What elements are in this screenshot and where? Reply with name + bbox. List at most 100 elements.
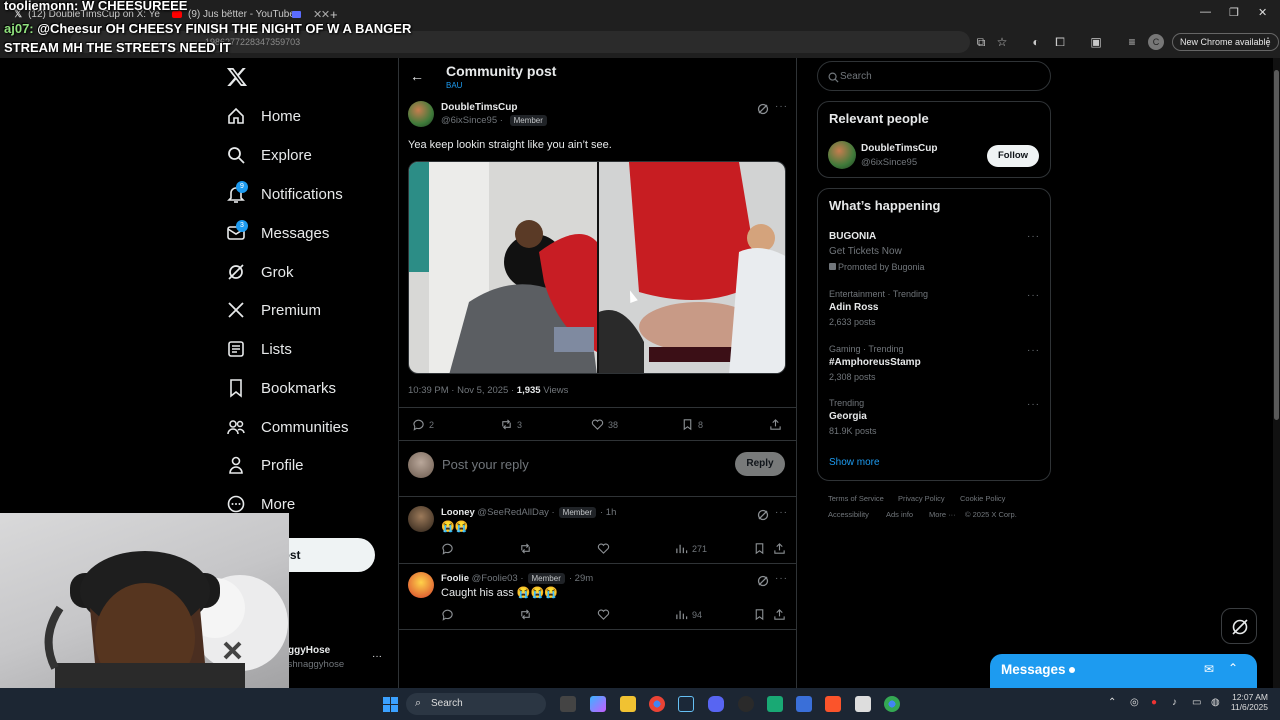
info-app-icon[interactable] [855, 696, 871, 712]
bookmark-action[interactable]: 8 [681, 418, 703, 431]
nav-item-home[interactable]: Home [226, 103, 301, 129]
post-image-pair[interactable] [409, 162, 786, 374]
account-name[interactable]: ggyHose [288, 645, 330, 656]
more-options-icon[interactable]: ··· [1027, 231, 1040, 242]
avatar[interactable] [408, 506, 434, 532]
reply-button[interactable]: Reply [735, 452, 785, 476]
more-options-icon[interactable]: ··· [1027, 399, 1040, 410]
community-name[interactable]: BAU [446, 81, 462, 90]
file-explorer-icon[interactable] [620, 696, 636, 712]
share-action[interactable] [769, 418, 782, 431]
tray-chevron-icon[interactable]: ⌃ [1108, 697, 1116, 708]
repost-action[interactable] [519, 542, 532, 555]
chrome-menu-icon[interactable]: ⋮ [1260, 34, 1276, 50]
nav-item-premium[interactable]: Premium [226, 297, 321, 323]
views-action[interactable]: 271 [675, 542, 707, 555]
footer-link[interactable]: Ads info [886, 510, 913, 519]
display-icon[interactable]: ▭ [1192, 697, 1201, 708]
relevant-handle[interactable]: @6ixSince95 [861, 157, 917, 168]
share-action[interactable] [773, 542, 786, 555]
tray-app-icon[interactable]: ● [1151, 697, 1157, 708]
window-close-icon[interactable]: ✕ [1258, 6, 1267, 19]
reply-action[interactable] [441, 608, 454, 621]
minimize-icon[interactable]: — [1200, 6, 1211, 18]
more-options-icon[interactable]: ··· [775, 101, 788, 112]
network-icon[interactable]: ◍ [1211, 697, 1220, 708]
x-logo-icon[interactable] [226, 66, 248, 88]
grok-icon[interactable] [757, 102, 769, 115]
more-options-icon[interactable]: ··· [775, 573, 788, 584]
profile-avatar-icon[interactable]: C [1148, 34, 1164, 50]
like-action[interactable]: 38 [591, 418, 618, 431]
taskbar-clock[interactable]: 12:07 AM 11/6/2025 [1230, 692, 1268, 712]
nav-item-messages[interactable]: 3 Messages [226, 220, 329, 246]
expand-icon[interactable]: ⌃ [1228, 661, 1238, 675]
back-arrow-icon[interactable]: ← [410, 68, 424, 84]
footer-link[interactable]: Accessibility [828, 510, 869, 519]
trend-name[interactable]: #AmphoreusStamp [829, 357, 921, 368]
grok-icon[interactable] [757, 508, 769, 521]
scrollbar-thumb[interactable] [1274, 70, 1279, 420]
promo-name[interactable]: BUGONIA [829, 231, 876, 242]
show-more-link[interactable]: Show more [829, 457, 880, 468]
nav-item-explore[interactable]: Explore [226, 142, 312, 168]
task-view-icon[interactable] [560, 696, 576, 712]
nav-item-notifications[interactable]: 9 Notifications [226, 181, 343, 207]
app-icon[interactable] [767, 696, 783, 712]
avatar[interactable] [408, 101, 434, 127]
tab-third[interactable]: ✕ [292, 6, 322, 22]
footer-link[interactable]: More ··· [929, 510, 956, 519]
puzzle-icon[interactable]: ⧠ [1052, 34, 1068, 50]
nav-item-lists[interactable]: Lists [226, 336, 292, 362]
new-tab-button[interactable]: + [330, 6, 338, 22]
account-handle[interactable]: tshnaggyhose [285, 659, 344, 670]
scrollbar[interactable] [1273, 58, 1280, 688]
views-action[interactable]: 94 [675, 608, 702, 621]
sidepanel-icon[interactable]: ▣ [1088, 34, 1104, 50]
taskbar-search[interactable]: ⌕ Search [406, 693, 546, 715]
reply-action[interactable]: 2 [412, 418, 434, 431]
footer-link[interactable]: Privacy Policy [898, 494, 945, 503]
avatar[interactable] [828, 141, 856, 169]
nav-item-communities[interactable]: Communities [226, 414, 349, 440]
copilot-icon[interactable] [590, 696, 606, 712]
extension-icon[interactable]: ◐ [1028, 34, 1044, 50]
bookmark-star-icon[interactable]: ☆ [994, 34, 1010, 50]
maximize-icon[interactable]: ❐ [1229, 6, 1239, 19]
nav-item-grok[interactable]: Grok [226, 259, 294, 285]
repost-action[interactable] [519, 608, 532, 621]
trend-name[interactable]: Georgia [829, 411, 867, 422]
reply-author-handle[interactable]: @Foolie03 · [469, 573, 524, 584]
follow-button[interactable]: Follow [987, 145, 1039, 167]
nav-item-profile[interactable]: Profile [226, 452, 304, 478]
nav-item-bookmarks[interactable]: Bookmarks [226, 375, 336, 401]
more-options-icon[interactable]: ··· [1027, 345, 1040, 356]
reply-author-name[interactable]: Looney [441, 507, 475, 518]
microphone-icon[interactable]: ♪ [1172, 697, 1177, 708]
post-author-handle[interactable]: @6ixSince95 [441, 115, 497, 126]
like-action[interactable] [597, 608, 610, 621]
trend-name[interactable]: Adin Ross [829, 302, 878, 313]
media-icon[interactable]: ≡ [1124, 34, 1140, 50]
post-author-name[interactable]: DoubleTimsCup [441, 102, 517, 113]
reply-author-name[interactable]: Foolie [441, 573, 469, 584]
account-more-icon[interactable]: ··· [372, 651, 382, 662]
like-action[interactable] [597, 542, 610, 555]
share-action[interactable] [773, 608, 786, 621]
brave-icon[interactable] [825, 696, 841, 712]
footer-link[interactable]: Cookie Policy [960, 494, 1005, 503]
post-media[interactable] [408, 161, 786, 374]
footer-link[interactable]: Terms of Service [828, 494, 884, 503]
repost-action[interactable]: 3 [500, 418, 522, 431]
chrome-active-icon[interactable] [884, 696, 900, 712]
new-message-icon[interactable]: ✉ [1204, 662, 1214, 676]
avatar[interactable] [408, 572, 434, 598]
steam-icon[interactable] [678, 696, 694, 712]
grok-icon[interactable] [757, 574, 769, 587]
promo-line[interactable]: Get Tickets Now [829, 246, 902, 257]
windows-start-icon[interactable] [383, 697, 398, 712]
close-tab-icon[interactable]: ✕ [321, 8, 330, 21]
obs-icon[interactable] [738, 696, 754, 712]
more-options-icon[interactable]: ··· [775, 507, 788, 518]
reply-author-handle[interactable]: @SeeRedAllDay · [475, 507, 554, 518]
